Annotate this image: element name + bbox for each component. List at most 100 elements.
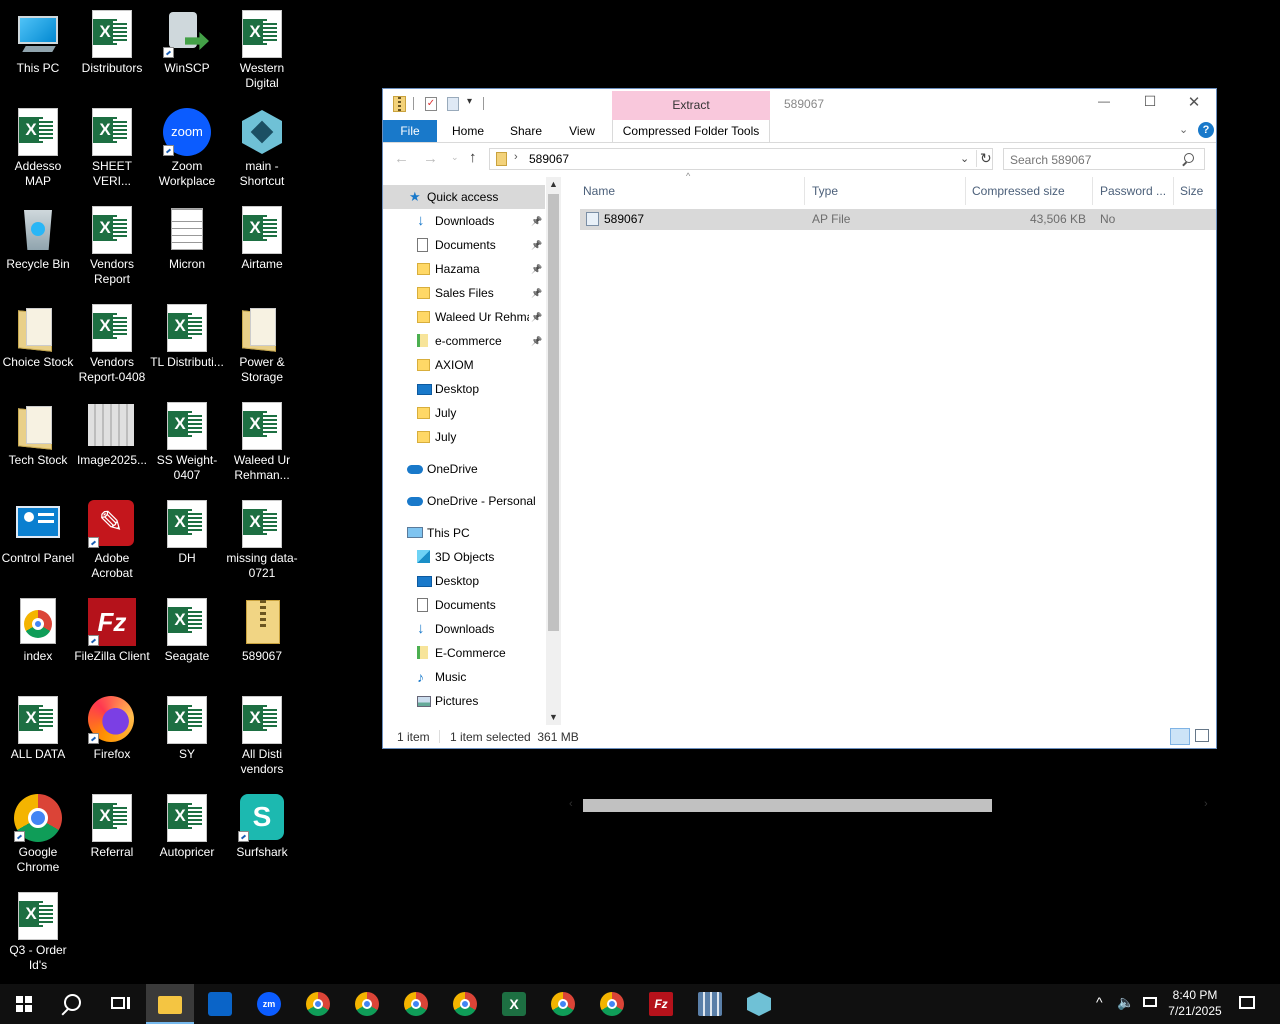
taskbar-app-chrome-d[interactable] xyxy=(539,984,587,1024)
tab-view[interactable]: View xyxy=(557,120,607,142)
desktop-icon[interactable]: X SHEET VERI... xyxy=(74,102,150,196)
desktop-icon[interactable]: X TL Distributi... xyxy=(149,298,225,392)
desktop-icon[interactable]: Image2025... xyxy=(74,396,150,490)
desktop-icon[interactable]: X Vendors Report-0408 xyxy=(74,298,150,392)
nav-scrollbar[interactable]: ▲ ▼ xyxy=(546,177,561,725)
search-box[interactable] xyxy=(1003,148,1205,170)
nav-item[interactable]: 3D Objects xyxy=(383,545,545,569)
nav-item[interactable]: Desktop xyxy=(383,377,545,401)
close-button[interactable]: ✕ xyxy=(1171,93,1217,113)
desktop-icon[interactable]: X DH xyxy=(149,494,225,588)
nav-item[interactable]: Hazama 📌 xyxy=(383,257,545,281)
nav-item[interactable]: July xyxy=(383,425,545,449)
nav-onedrive-personal[interactable]: OneDrive - Personal xyxy=(383,489,545,513)
desktop-icon[interactable]: index xyxy=(0,592,76,686)
nav-quick-access[interactable]: ★ Quick access xyxy=(383,185,545,209)
desktop-icon[interactable]: Power & Storage xyxy=(224,298,300,392)
desktop-icon[interactable]: X Autopricer xyxy=(149,788,225,882)
start-button[interactable] xyxy=(0,984,48,1024)
taskbar-app-file-explorer[interactable] xyxy=(146,984,194,1024)
nav-item[interactable]: Waleed Ur Rehman📌 xyxy=(383,305,545,329)
forward-arrow-icon[interactable]: → xyxy=(423,150,438,167)
notification-center-icon[interactable] xyxy=(1239,996,1255,1009)
nav-item[interactable]: ↓ Downloads 📌 xyxy=(383,209,545,233)
taskbar-app-excel[interactable]: X xyxy=(490,984,538,1024)
nav-item[interactable]: ↓ Downloads xyxy=(383,617,545,641)
desktop-icon[interactable]: X Distributors xyxy=(74,4,150,98)
properties-icon[interactable]: ✓ xyxy=(425,97,437,111)
large-icons-view-icon[interactable] xyxy=(1195,729,1209,742)
show-hidden-icons-chevron-icon[interactable]: ^ xyxy=(1096,994,1103,1010)
column-header-name[interactable]: Name xyxy=(583,177,783,205)
desktop-icon[interactable]: Google Chrome xyxy=(0,788,76,882)
desktop-icon[interactable]: Xmissing data-0721 xyxy=(224,494,300,588)
horizontal-scrollbar[interactable]: ‹ › xyxy=(563,797,1216,814)
taskbar-app-main[interactable] xyxy=(735,984,783,1024)
desktop-icon[interactable]: Control Panel xyxy=(0,494,76,588)
up-arrow-icon[interactable]: ↑ xyxy=(469,149,477,166)
volume-muted-icon[interactable]: 🔈 xyxy=(1117,994,1134,1011)
address-dropdown-chevron-icon[interactable]: ⌄ xyxy=(960,152,969,165)
minimize-button[interactable]: — xyxy=(1081,94,1127,114)
desktop-icon[interactable]: X All Disti vendors xyxy=(224,690,300,784)
column-header-type[interactable]: Type xyxy=(812,177,962,205)
desktop-icon[interactable]: X Addesso MAP xyxy=(0,102,76,196)
desktop-icon[interactable]: zoom Zoom Workplace xyxy=(149,102,225,196)
desktop-icon[interactable]: X Waleed Ur Rehman... xyxy=(224,396,300,490)
address-bar[interactable]: › 589067 ⌄ ↻ xyxy=(489,148,993,170)
scroll-right-arrow-icon[interactable]: › xyxy=(1204,798,1208,810)
desktop-icon[interactable]: Recycle Bin xyxy=(0,200,76,294)
recent-locations-chevron-icon[interactable]: ⌄ xyxy=(451,152,459,163)
desktop-icon[interactable]: WinSCP xyxy=(149,4,225,98)
tab-file[interactable]: File xyxy=(383,120,437,142)
back-arrow-icon[interactable]: ← xyxy=(394,150,409,167)
desktop-icon[interactable]: X Vendors Report xyxy=(74,200,150,294)
desktop-icon[interactable]: Tech Stock xyxy=(0,396,76,490)
breadcrumb[interactable]: 589067 xyxy=(529,152,569,166)
nav-item[interactable]: Pictures xyxy=(383,689,545,713)
desktop-icon[interactable]: main - Shortcut xyxy=(224,102,300,196)
expand-ribbon-chevron-icon[interactable]: ⌄ xyxy=(1179,123,1188,136)
nav-item[interactable]: Desktop xyxy=(383,569,545,593)
desktop-icon[interactable]: X Western Digital xyxy=(224,4,300,98)
nav-item[interactable]: Documents xyxy=(383,593,545,617)
taskbar-app-calculator[interactable] xyxy=(686,984,734,1024)
task-view-button[interactable] xyxy=(96,984,144,1024)
maximize-button[interactable]: ☐ xyxy=(1127,93,1173,113)
taskbar-app-outlook[interactable] xyxy=(196,984,244,1024)
desktop-icon[interactable]: X SY xyxy=(149,690,225,784)
tab-share[interactable]: Share xyxy=(501,120,551,142)
desktop-icon[interactable]: 589067 xyxy=(224,592,300,686)
nav-onedrive[interactable]: OneDrive xyxy=(383,457,545,481)
taskbar-app-chrome-a[interactable] xyxy=(343,984,391,1024)
horizontal-scroll-thumb[interactable] xyxy=(583,799,992,812)
nav-item[interactable]: ♪ Music xyxy=(383,665,545,689)
scroll-down-arrow-icon[interactable]: ▼ xyxy=(549,712,558,722)
desktop-icon[interactable]: S Surfshark xyxy=(224,788,300,882)
desktop-icon[interactable]: Firefox xyxy=(74,690,150,784)
desktop-icon[interactable]: X ALL DATA xyxy=(0,690,76,784)
desktop-icon[interactable]: Micron xyxy=(149,200,225,294)
desktop-icon[interactable]: X SS Weight-0407 xyxy=(149,396,225,490)
nav-this-pc[interactable]: This PC xyxy=(383,521,545,545)
tab-home[interactable]: Home xyxy=(443,120,493,142)
search-input[interactable] xyxy=(1008,151,1182,169)
desktop-icon[interactable]: Fz FileZilla Client xyxy=(74,592,150,686)
refresh-icon[interactable]: ↻ xyxy=(976,150,992,167)
nav-item[interactable]: July xyxy=(383,401,545,425)
nav-item[interactable]: e-commerce 📌 xyxy=(383,329,545,353)
scroll-up-arrow-icon[interactable]: ▲ xyxy=(549,179,558,189)
taskbar-app-chrome-c[interactable] xyxy=(441,984,489,1024)
desktop-icon[interactable]: X Referral xyxy=(74,788,150,882)
column-header-compressed-size[interactable]: Compressed size xyxy=(972,177,1092,205)
nav-item[interactable]: AXIOM xyxy=(383,353,545,377)
taskbar-app-filezilla[interactable]: Fz xyxy=(637,984,685,1024)
desktop-icon[interactable]: X Airtame xyxy=(224,200,300,294)
nav-item[interactable]: E-Commerce xyxy=(383,641,545,665)
taskbar-app-chrome-e[interactable] xyxy=(588,984,636,1024)
search-button[interactable] xyxy=(48,984,96,1024)
network-icon[interactable] xyxy=(1143,997,1157,1007)
new-folder-icon[interactable] xyxy=(447,97,459,111)
desktop-icon[interactable]: X Seagate xyxy=(149,592,225,686)
extract-context-tab[interactable]: Extract xyxy=(612,91,770,120)
